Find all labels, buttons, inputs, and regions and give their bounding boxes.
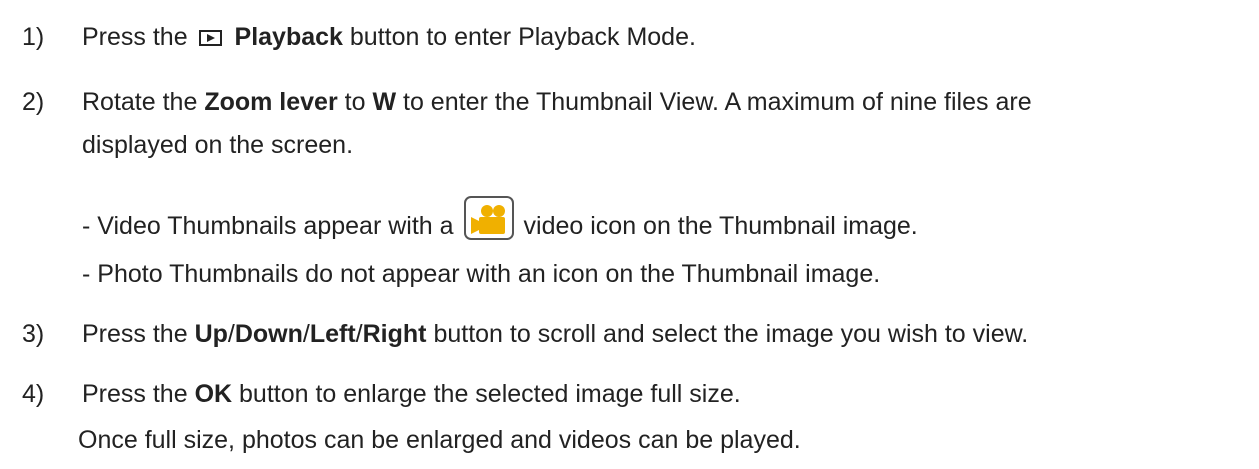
step-2-continued: displayed on the screen. (82, 131, 354, 159)
step-number: 3) (22, 320, 45, 348)
slash: / (355, 320, 363, 348)
step-text: Rotate the (82, 88, 198, 116)
step-number: 1) (22, 23, 45, 51)
step-text: button to enter Playback Mode. (349, 23, 696, 51)
step-number: 4) (22, 380, 45, 408)
bullet-video: - Video Thumbnails appear with a video i… (82, 196, 918, 242)
right-label: Right (362, 320, 427, 348)
playback-label: Playback (234, 23, 343, 51)
zoom-lever-label: Zoom lever (204, 88, 338, 116)
playback-icon (198, 30, 222, 46)
step-text: Press the (82, 23, 188, 51)
step-text: Press the (82, 380, 188, 408)
step-text: button to scroll and select the image yo… (433, 320, 1029, 348)
step-number: 2) (22, 88, 45, 116)
step-text: to enter the Thumbnail View. A maximum o… (403, 88, 1032, 116)
step-text: Press the (82, 320, 188, 348)
bullet-text: - Video Thumbnails appear with a (82, 212, 454, 240)
step-text: to (344, 88, 366, 116)
ok-label: OK (194, 380, 233, 408)
down-label: Down (234, 320, 303, 348)
step-text: button to enlarge the selected image ful… (239, 380, 741, 408)
left-label: Left (309, 320, 356, 348)
up-label: Up (194, 320, 228, 348)
video-camera-icon (463, 196, 514, 240)
slash: / (227, 320, 235, 348)
slash: / (302, 320, 310, 348)
bullet-photo: - Photo Thumbnails do not appear with an… (82, 260, 881, 288)
bullet-text: video icon on the Thumbnail image. (523, 212, 918, 240)
step-4-continued: Once full size, photos can be enlarged a… (78, 426, 801, 454)
w-label: W (372, 88, 397, 116)
